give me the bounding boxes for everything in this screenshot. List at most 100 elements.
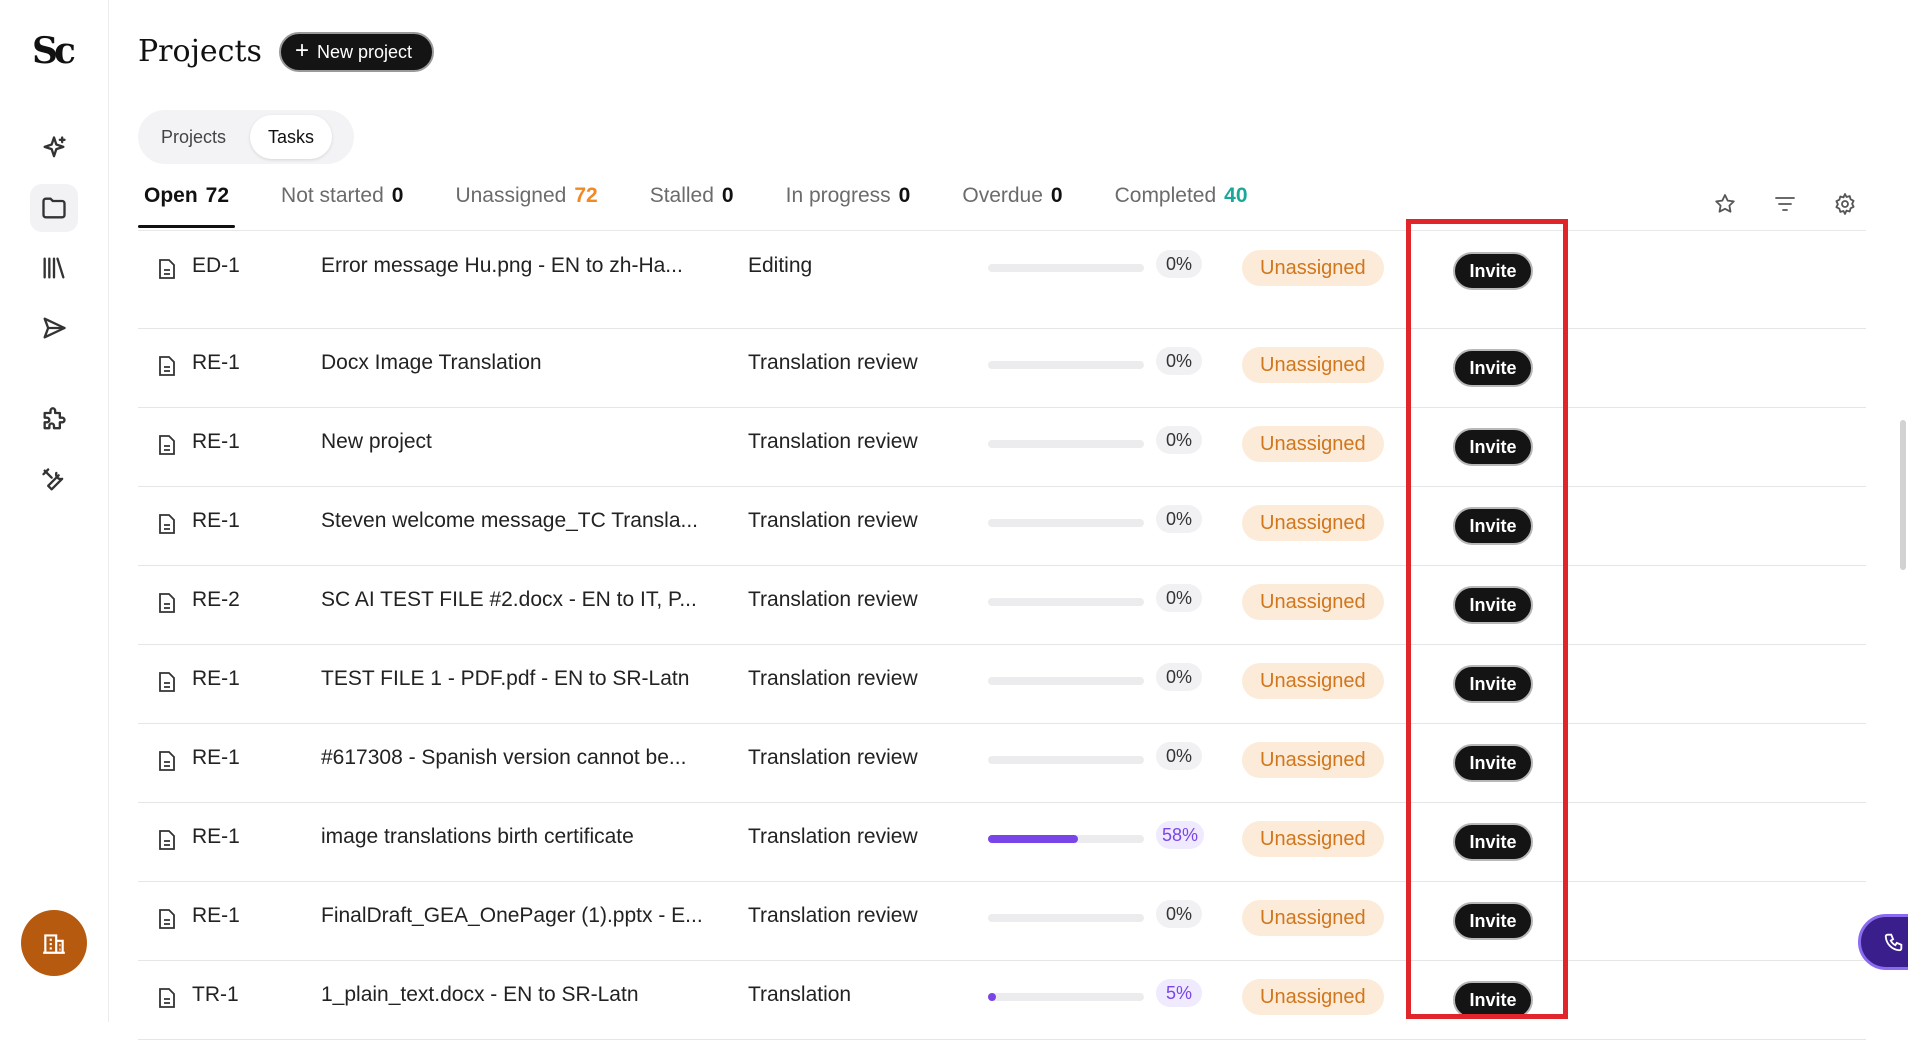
- status-tabs: Open 72 Not started 0 Unassigned 72 Stalled…: [138, 184, 1254, 228]
- progress-bar: [988, 598, 1144, 606]
- nav-tools[interactable]: [30, 456, 78, 504]
- task-stage: Translation review: [748, 825, 918, 848]
- task-name[interactable]: 1_plain_text.docx - EN to SR-Latn: [321, 983, 721, 1007]
- status-badge: Unassigned: [1242, 347, 1384, 383]
- tab-completed[interactable]: Completed 40: [1109, 184, 1254, 228]
- tab-count: 72: [574, 184, 598, 207]
- progress-bar: [988, 440, 1144, 448]
- tab-label: Open: [144, 184, 198, 207]
- progress-label: 0%: [1156, 663, 1202, 691]
- task-name[interactable]: Steven welcome message_TC Transla...: [321, 509, 721, 533]
- task-id: RE-2: [192, 588, 240, 611]
- favorite-button[interactable]: [1709, 188, 1741, 220]
- organization-button[interactable]: [21, 910, 87, 976]
- app-logo[interactable]: Sc: [32, 30, 76, 74]
- sidebar: Sc: [0, 0, 109, 1022]
- settings-button[interactable]: [1829, 188, 1861, 220]
- scrollbar[interactable]: [1900, 420, 1906, 570]
- invite-button[interactable]: Invite: [1453, 981, 1533, 1019]
- star-icon: [1715, 194, 1735, 213]
- filter-icon: [1775, 197, 1795, 211]
- task-name[interactable]: FinalDraft_GEA_OnePager (1).pptx - E...: [321, 904, 721, 928]
- progress-bar: [988, 264, 1144, 272]
- tab-stalled[interactable]: Stalled 0: [644, 184, 740, 228]
- nav-projects[interactable]: [30, 184, 78, 232]
- nav-ai[interactable]: [30, 124, 78, 172]
- table-row[interactable]: RE-1 Docx Image Translation Translation re…: [138, 329, 1866, 408]
- task-name[interactable]: TEST FILE 1 - PDF.pdf - EN to SR-Latn: [321, 667, 721, 691]
- task-name[interactable]: New project: [321, 430, 721, 454]
- progress-bar: [988, 519, 1144, 527]
- settings-gear-icon: [1835, 193, 1855, 215]
- tab-count: 0: [391, 184, 404, 207]
- task-name[interactable]: Docx Image Translation: [321, 351, 721, 375]
- filter-button[interactable]: [1769, 188, 1801, 220]
- progress-fill: [988, 993, 996, 1001]
- puzzle-icon: [43, 407, 66, 430]
- task-name[interactable]: Error message Hu.png - EN to zh-Ha...: [321, 254, 721, 278]
- progress-label: 0%: [1156, 426, 1202, 454]
- table-row[interactable]: RE-1 image translations birth certificate…: [138, 803, 1866, 882]
- task-stage: Translation review: [748, 509, 918, 532]
- progress-label: 58%: [1156, 821, 1205, 849]
- new-project-button[interactable]: + New project: [279, 32, 435, 72]
- phone-icon: [1884, 933, 1903, 952]
- task-name[interactable]: SC AI TEST FILE #2.docx - EN to IT, P...: [321, 588, 721, 612]
- view-option-projects[interactable]: Projects: [143, 115, 244, 159]
- table-row[interactable]: RE-1 Steven welcome message_TC Transla...…: [138, 487, 1866, 566]
- invite-button[interactable]: Invite: [1453, 428, 1533, 466]
- task-id: TR-1: [192, 983, 239, 1006]
- call-button[interactable]: [1858, 914, 1908, 970]
- view-switch: Projects Tasks: [138, 110, 354, 164]
- document-icon: [158, 258, 176, 280]
- invite-button[interactable]: Invite: [1453, 252, 1533, 290]
- tab-label: Stalled: [649, 184, 714, 207]
- view-option-tasks[interactable]: Tasks: [250, 115, 333, 159]
- send-icon: [43, 317, 66, 339]
- new-project-label: New project: [317, 41, 413, 62]
- progress-fill: [988, 835, 1079, 843]
- nav-send[interactable]: [30, 304, 78, 352]
- task-id: RE-1: [192, 746, 240, 769]
- tab-open[interactable]: Open 72: [138, 184, 236, 228]
- invite-button[interactable]: Invite: [1453, 744, 1533, 782]
- progress-label: 0%: [1156, 742, 1202, 770]
- table-row[interactable]: ED-1 Error message Hu.png - EN to zh-Ha..…: [138, 232, 1866, 329]
- tab-in-progress[interactable]: In progress 0: [780, 184, 917, 228]
- task-stage: Translation review: [748, 351, 918, 374]
- plus-icon: +: [295, 37, 310, 64]
- invite-button[interactable]: Invite: [1453, 586, 1533, 624]
- task-id: RE-1: [192, 667, 240, 690]
- progress-bar: [988, 677, 1144, 685]
- tab-count: 72: [205, 184, 230, 207]
- invite-button[interactable]: Invite: [1453, 507, 1533, 545]
- status-badge: Unassigned: [1242, 426, 1384, 462]
- document-icon: [158, 355, 176, 377]
- nav-library[interactable]: [30, 244, 78, 292]
- invite-button[interactable]: Invite: [1453, 349, 1533, 387]
- task-id: ED-1: [192, 254, 240, 277]
- tab-unassigned[interactable]: Unassigned 72: [449, 184, 603, 228]
- tab-overdue[interactable]: Overdue 0: [956, 184, 1068, 228]
- task-name[interactable]: image translations birth certificate: [321, 825, 721, 849]
- invite-button[interactable]: Invite: [1453, 665, 1533, 703]
- nav-integrations[interactable]: [30, 396, 78, 444]
- table-row[interactable]: RE-1 #617308 - Spanish version cannot be.…: [138, 724, 1866, 803]
- task-stage: Translation review: [748, 904, 918, 927]
- progress-bar: [988, 914, 1144, 922]
- table-row[interactable]: RE-1 New project Translation review 0% Unass…: [138, 408, 1866, 487]
- tab-label: Completed: [1114, 184, 1217, 207]
- progress-bar: [988, 835, 1144, 843]
- document-icon: [158, 829, 176, 851]
- table-row[interactable]: RE-1 FinalDraft_GEA_OnePager (1).pptx - E…: [138, 882, 1866, 961]
- status-badge: Unassigned: [1242, 250, 1384, 286]
- invite-button[interactable]: Invite: [1453, 902, 1533, 940]
- tab-not-started[interactable]: Not started 0: [275, 184, 409, 228]
- folder-icon: [42, 197, 66, 219]
- task-name[interactable]: #617308 - Spanish version cannot be...: [321, 746, 721, 770]
- tab-count: 0: [721, 184, 734, 207]
- table-row[interactable]: RE-1 TEST FILE 1 - PDF.pdf - EN to SR-Lat…: [138, 645, 1866, 724]
- table-row[interactable]: TR-1 1_plain_text.docx - EN to SR-Latn Tra…: [138, 961, 1866, 1040]
- table-row[interactable]: RE-2 SC AI TEST FILE #2.docx - EN to IT, …: [138, 566, 1866, 645]
- invite-button[interactable]: Invite: [1453, 823, 1533, 861]
